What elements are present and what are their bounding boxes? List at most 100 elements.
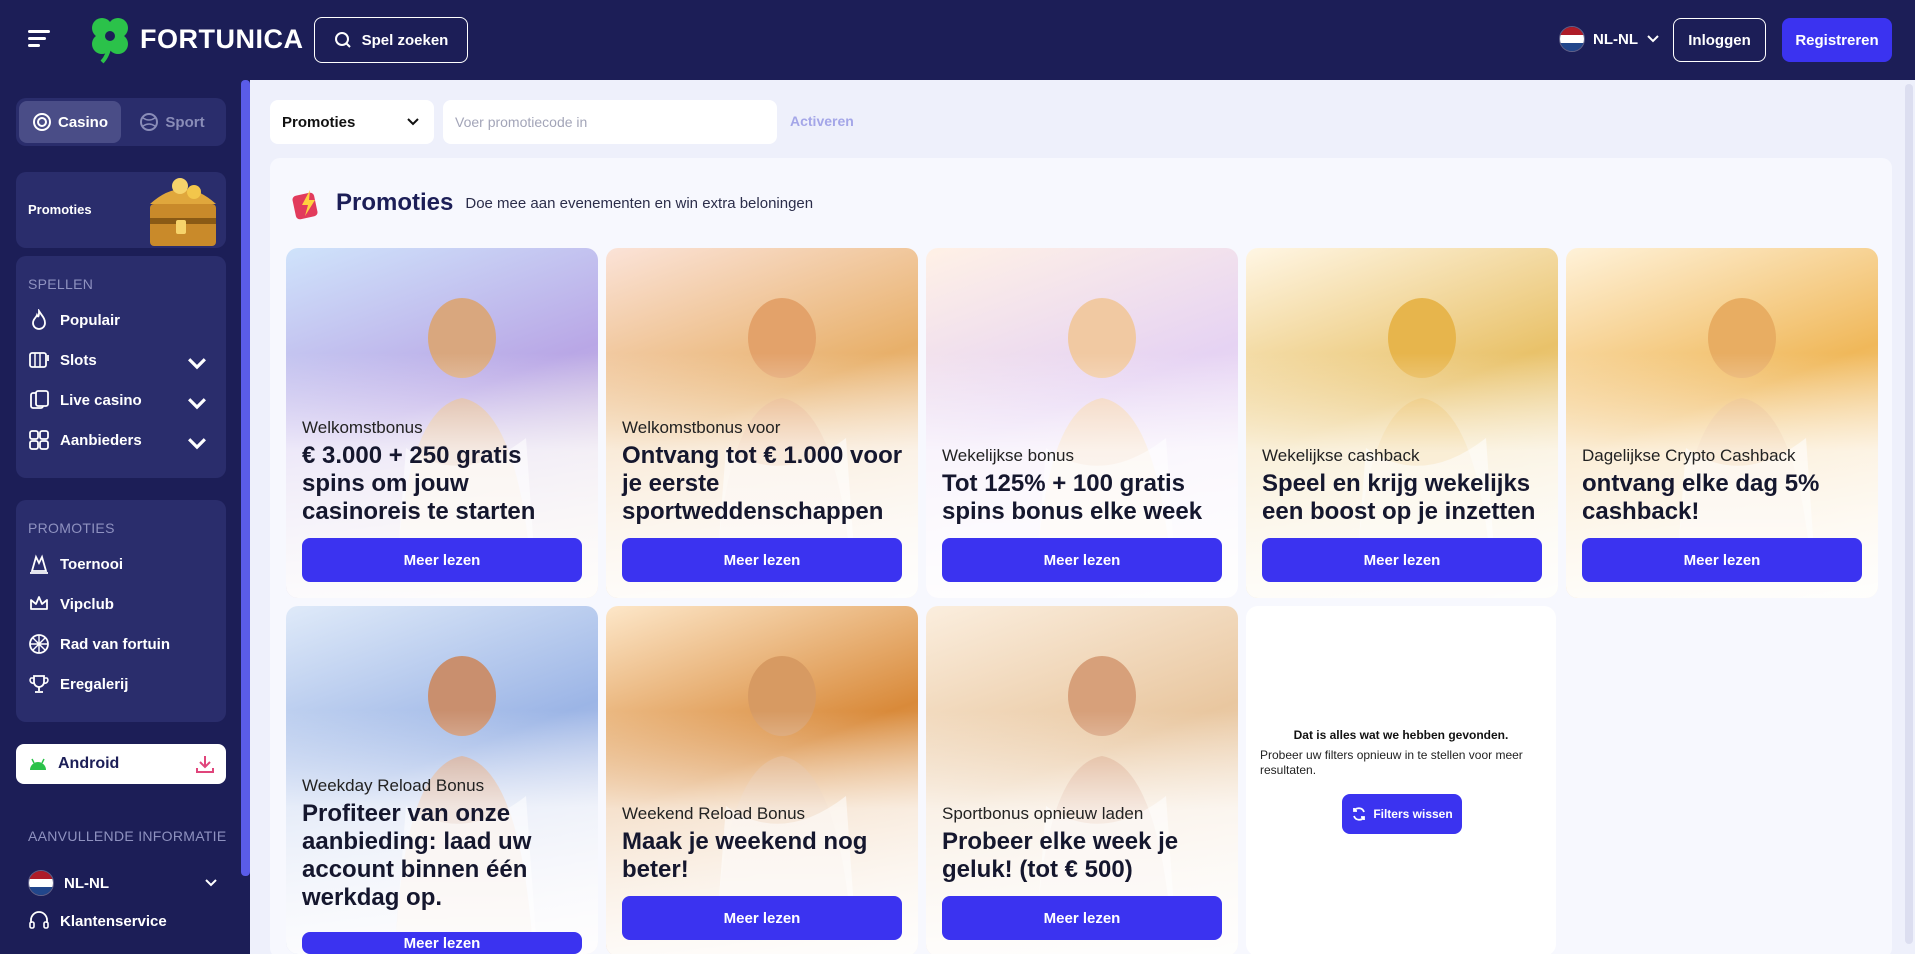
activate-button[interactable]: Activeren (790, 113, 854, 129)
casino-mode-label: Casino (57, 113, 108, 131)
brand-name: FORTUNICA (140, 23, 304, 54)
extra-info-heading: AANVULLENDE INFORMATIE (28, 828, 227, 844)
promo-card[interactable]: Sportbonus opnieuw laden Probeer elke wee… (926, 606, 1238, 954)
chevron-down-icon (188, 438, 206, 450)
slots-icon (29, 352, 49, 368)
read-more-button[interactable]: Meer lezen (622, 538, 902, 582)
language-selector[interactable]: NL-NL (1559, 26, 1660, 52)
search-icon (334, 32, 351, 48)
promo-card-label: Wekelijkse bonus (942, 446, 1074, 465)
page-title: Promoties (336, 189, 454, 216)
promo-card-label: Weekday Reload Bonus (302, 776, 485, 795)
sidebar-item-label: Slots (60, 351, 97, 369)
sidebar: Casino Sport Promoties SPELLEN Populair … (0, 80, 250, 954)
promo-card-label: Sportbonus opnieuw laden (942, 804, 1144, 823)
promo-card-headline: ontvang elke dag 5% cashback! (1582, 470, 1820, 525)
promo-card-headline: € 3.000 + 250 gratis spins om jouw casin… (302, 442, 536, 525)
page-scrollbar[interactable] (1903, 80, 1915, 954)
chevron-down-icon (205, 879, 217, 887)
read-more-button[interactable]: Meer lezen (942, 896, 1222, 940)
promo-card[interactable]: Weekend Reload Bonus Maak je weekend nog … (606, 606, 918, 954)
promo-card-label: Wekelijkse cashback (1262, 446, 1420, 465)
wheel-icon (29, 634, 49, 654)
chevron-down-icon (188, 358, 206, 370)
top-header: FORTUNICA Spel zoeken NL-NL Inloggen Reg… (0, 0, 1915, 80)
chevron-down-icon (188, 398, 206, 410)
sidebar-language-selector[interactable]: NL-NL (28, 870, 218, 896)
casino-chip-icon (32, 113, 51, 131)
casino-sport-toggle: Casino Sport (16, 98, 226, 146)
chevron-down-icon (407, 118, 419, 126)
sidebar-item-label: Eregalerij (60, 675, 129, 693)
sidebar-item-label: Populair (60, 311, 121, 329)
download-icon (196, 756, 214, 773)
promo-card-label: Welkomstbonus voor (622, 418, 781, 437)
chevron-down-icon (1647, 35, 1659, 43)
sidebar-item-label: Live casino (60, 391, 142, 409)
page-subtitle: Doe mee aan evenementen en win extra bel… (465, 194, 814, 212)
promo-card[interactable]: Dagelijkse Crypto Cashback ontvang elke d… (1566, 248, 1878, 598)
promo-card[interactable]: Wekelijkse cashback Speel en krijg wekeli… (1246, 248, 1558, 598)
promo-card-headline: Ontvang tot € 1.000 voor je eerste sport… (622, 442, 903, 525)
read-more-button[interactable]: Meer lezen (1262, 538, 1542, 582)
empty-results-title: Dat is alles wat we hebben gevonden. (1293, 728, 1509, 742)
clear-filters-label: Filters wissen (1373, 807, 1453, 821)
promo-card-label: Dagelijkse Crypto Cashback (1582, 446, 1796, 465)
sidebar-item-wheel[interactable]: Rad van fortuin (16, 624, 226, 664)
sidebar-item-label: Rad van fortuin (60, 635, 171, 653)
promo-card[interactable]: Wekelijkse bonus Tot 125% + 100 gratis sp… (926, 248, 1238, 598)
android-app-button[interactable]: Android (16, 744, 226, 784)
promo-card-headline: Speel en krijg wekelijks een boost op je… (1262, 470, 1536, 525)
menu-icon[interactable] (28, 30, 50, 48)
read-more-button[interactable]: Meer lezen (302, 932, 582, 954)
read-more-button[interactable]: Meer lezen (302, 538, 582, 582)
grid-icon (29, 430, 49, 450)
search-game-button[interactable]: Spel zoeken (314, 17, 468, 63)
netherlands-flag-icon (1559, 26, 1585, 52)
promo-card-headline: Tot 125% + 100 gratis spins bonus elke w… (942, 470, 1203, 525)
lightning-card-icon (292, 190, 318, 220)
category-select[interactable]: Promoties (270, 100, 434, 144)
casino-mode-button[interactable]: Casino (19, 101, 121, 143)
read-more-button[interactable]: Meer lezen (622, 896, 902, 940)
customer-service-link[interactable]: Klantenservice (28, 910, 218, 932)
sidebar-item-hall-of-fame[interactable]: Eregalerij (16, 664, 226, 704)
promo-card[interactable]: Welkomstbonus € 3.000 + 250 gratis spins … (286, 248, 598, 598)
tournament-icon (30, 554, 48, 574)
page-title-row: Promoties Doe mee aan evenementen en win… (290, 186, 813, 220)
sidebar-item-slots[interactable]: Slots (16, 340, 226, 380)
promo-card-headline: Maak je weekend nog beter! (622, 828, 868, 883)
login-button[interactable]: Inloggen (1673, 18, 1766, 62)
sidebar-item-popular[interactable]: Populair (16, 300, 226, 340)
crown-icon (30, 596, 48, 610)
sidebar-language-label: NL-NL (64, 874, 109, 892)
sidebar-item-label: Vipclub (60, 595, 114, 613)
sidebar-item-providers[interactable]: Aanbieders (16, 420, 226, 460)
promo-card-headline: Profiteer van onze aanbieding: laad uw a… (302, 800, 532, 911)
sidebar-scrollbar[interactable] (241, 80, 250, 876)
sport-mode-button[interactable]: Sport (121, 101, 223, 143)
clear-filters-button[interactable]: Filters wissen (1342, 794, 1462, 834)
sidebar-item-tournament[interactable]: Toernooi (16, 544, 226, 584)
sidebar-item-live-casino[interactable]: Live casino (16, 380, 226, 420)
netherlands-flag-icon (28, 870, 54, 896)
sport-mode-label: Sport (165, 113, 205, 131)
promo-card-headline: Probeer elke week je geluk! (tot € 500) (942, 828, 1179, 883)
headset-icon (29, 911, 49, 929)
read-more-button[interactable]: Meer lezen (1582, 538, 1862, 582)
promo-card-label: Welkomstbonus (302, 418, 423, 437)
category-select-value: Promoties (282, 113, 356, 131)
promo-code-input[interactable] (443, 100, 777, 144)
promo-card[interactable]: Weekday Reload Bonus Profiteer van onze a… (286, 606, 598, 954)
empty-results-card: Dat is alles wat we hebben gevonden. Pro… (1246, 606, 1556, 954)
logo[interactable]: FORTUNICA (88, 14, 303, 64)
treasure-chest-icon (150, 178, 216, 246)
android-label: Android (58, 755, 120, 772)
read-more-button[interactable]: Meer lezen (942, 538, 1222, 582)
promotions-tile[interactable]: Promoties (16, 172, 226, 248)
register-button[interactable]: Registreren (1782, 18, 1892, 62)
promotions-heading: PROMOTIES (28, 520, 115, 536)
promo-card[interactable]: Welkomstbonus voor Ontvang tot € 1.000 vo… (606, 248, 918, 598)
sidebar-item-vipclub[interactable]: Vipclub (16, 584, 226, 624)
language-label: NL-NL (1593, 30, 1638, 48)
